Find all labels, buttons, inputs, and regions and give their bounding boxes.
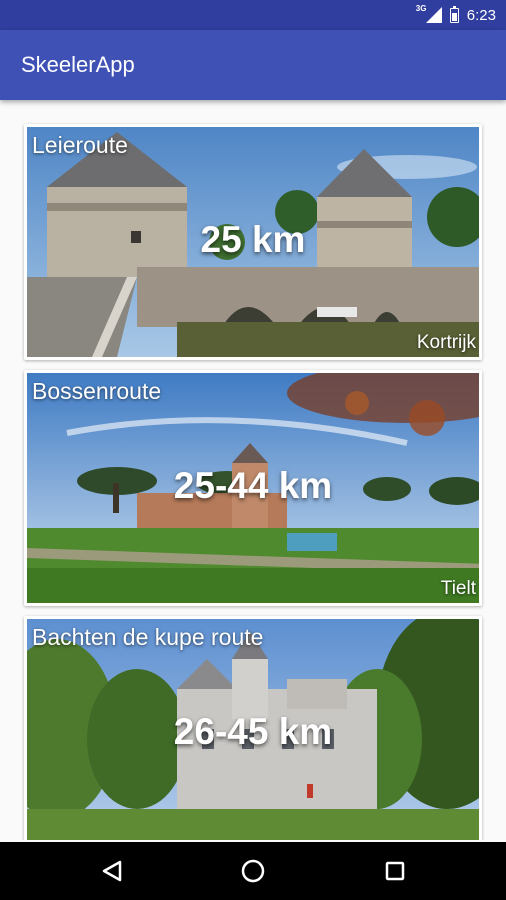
route-card-bossenroute[interactable]: Bossenroute 25-44 km Tielt [24,370,482,606]
route-distance: 26-45 km [173,710,333,752]
recents-button[interactable] [365,842,425,900]
status-bar: 3G 6:23 [0,0,506,30]
app-bar: SkeelerApp [0,30,506,100]
home-button[interactable] [223,842,283,900]
app-title: SkeelerApp [21,52,135,77]
route-card-leieroute[interactable]: Leieroute 25 km Kortrijk [24,124,482,360]
route-distance: 25 km [200,218,306,260]
battery-icon [449,5,459,23]
route-list[interactable]: Leieroute 25 km Kortrijk Bossenroute 25-… [0,100,506,840]
back-button[interactable] [82,842,142,900]
home-icon [241,859,265,883]
navigation-bar [0,842,506,900]
route-distance: 25-44 km [173,464,333,506]
route-name: Leieroute [32,132,128,158]
clock: 6:23 [466,6,496,24]
route-city: Tielt [440,578,476,599]
route-card-bachten-de-kupe[interactable]: Bachten de kupe route 26-45 km [24,616,482,840]
route-name: Bachten de kupe route [32,624,264,650]
route-name: Bossenroute [32,378,162,404]
recents-icon [385,861,405,881]
back-icon [102,860,122,882]
signal-icon: 3G [416,4,442,23]
route-city: Kortrijk [416,332,476,353]
